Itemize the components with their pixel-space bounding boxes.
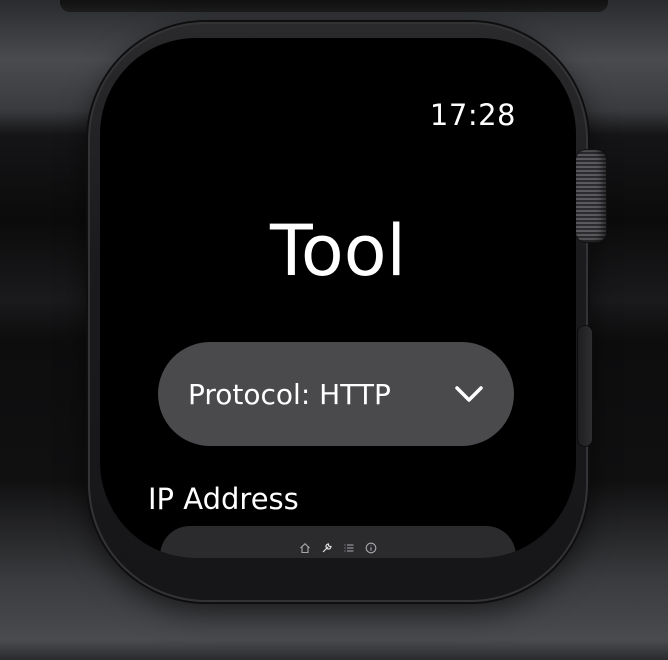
- list-icon[interactable]: [343, 542, 355, 554]
- home-icon[interactable]: [299, 542, 311, 554]
- chevron-down-icon: [454, 379, 484, 409]
- protocol-picker-label: Protocol: HTTP: [188, 377, 391, 411]
- page-title: Tool: [270, 210, 406, 292]
- watch-screen: 17:28 Tool Protocol: HTTP IP Address: [100, 38, 576, 558]
- info-icon[interactable]: [365, 542, 377, 554]
- wrench-icon[interactable]: [321, 542, 333, 554]
- status-time: 17:28: [429, 98, 516, 132]
- watch-band: [60, 0, 608, 12]
- watch-stage: 17:28 Tool Protocol: HTTP IP Address: [0, 0, 668, 660]
- side-button[interactable]: [578, 326, 592, 446]
- protocol-picker-button[interactable]: Protocol: HTTP: [158, 342, 514, 446]
- tab-bar: [100, 542, 576, 554]
- ip-address-label: IP Address: [148, 482, 299, 516]
- digital-crown[interactable]: [576, 150, 606, 242]
